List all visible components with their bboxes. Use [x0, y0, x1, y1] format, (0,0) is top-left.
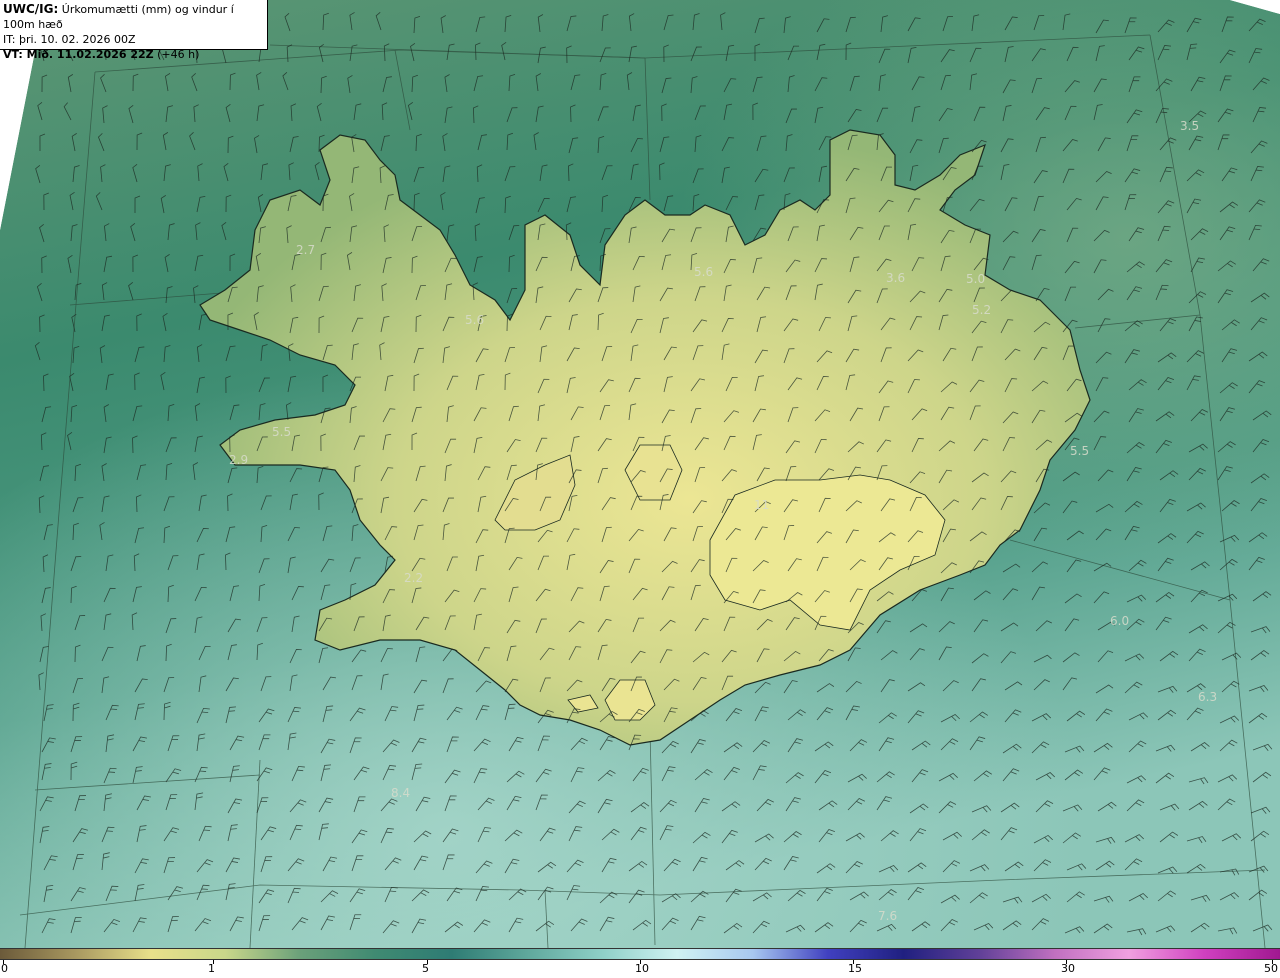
map-value-label: 3.6 — [886, 271, 906, 285]
info-box: UWC/IG: Úrkomumætti (mm) og vindur í 100… — [0, 0, 268, 61]
colorbar-tick-label: 10 — [635, 962, 649, 975]
colorbar-ticks: 0 1 5 10 15 30 50 — [0, 960, 1280, 978]
colorbar-tick-label: 50 — [1264, 962, 1278, 975]
map-value-label: 5.6 — [694, 265, 714, 279]
map-value-label: 8.4 — [391, 786, 411, 800]
map-value-label: 2.2 — [404, 571, 424, 585]
colorbar-tick-label: 30 — [1061, 962, 1075, 975]
forecast-map[interactable] — [0, 0, 1280, 948]
chart-title: UWC/IG: Úrkomumætti (mm) og vindur í 100… — [3, 2, 234, 31]
map-value-label: 11 — [754, 498, 770, 512]
map-value-label: 6.0 — [1110, 614, 1130, 628]
map-value-label: 6.3 — [1198, 690, 1218, 704]
map-value-label: 5.5 — [1070, 444, 1090, 458]
initial-time: IT: þri. 10. 02. 2026 00Z — [3, 33, 136, 46]
colorbar-tick-label: 1 — [208, 962, 215, 975]
map-value-label: 2.7 — [296, 243, 316, 257]
valid-time: VT: Mið. 11.02.2026 22Z (+46 h) — [3, 48, 200, 61]
map-value-label: 5.0 — [966, 272, 986, 286]
colorbar-tick-label: 15 — [848, 962, 862, 975]
map-value-label: 7.6 — [878, 909, 898, 923]
colorbar-tick-label: 5 — [422, 962, 429, 975]
map-value-label: 5.2 — [972, 303, 992, 317]
map-value-label: 3.5 — [1180, 119, 1200, 133]
map-value-label: 5.5 — [272, 425, 292, 439]
colorbar-tick-label: 0 — [1, 962, 8, 975]
map-value-label: 5.6 — [465, 313, 485, 327]
map-value-label: 2.9 — [229, 453, 249, 467]
colorbar — [0, 948, 1280, 960]
